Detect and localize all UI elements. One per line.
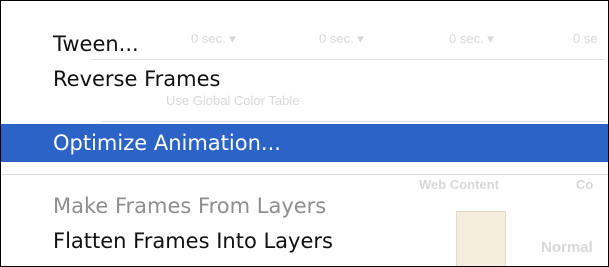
- menu-item-tween[interactable]: Tween...: [1, 25, 608, 63]
- animation-menu: Tween... Reverse Frames Optimize Animati…: [1, 1, 608, 266]
- menu-separator: [1, 174, 608, 175]
- menu-item-flatten-frames-into-layers[interactable]: Flatten Frames Into Layers: [1, 222, 608, 260]
- menu-item-make-frames-from-layers: Make Frames From Layers: [53, 194, 327, 218]
- menu-screenshot-frame: 0 sec. ▾ 0 sec. ▾ 0 sec. ▾ 0 se Use Glob…: [0, 0, 609, 267]
- menu-item-optimize-animation[interactable]: Optimize Animation...: [1, 124, 608, 162]
- menu-item-reverse-frames[interactable]: Reverse Frames: [1, 60, 608, 98]
